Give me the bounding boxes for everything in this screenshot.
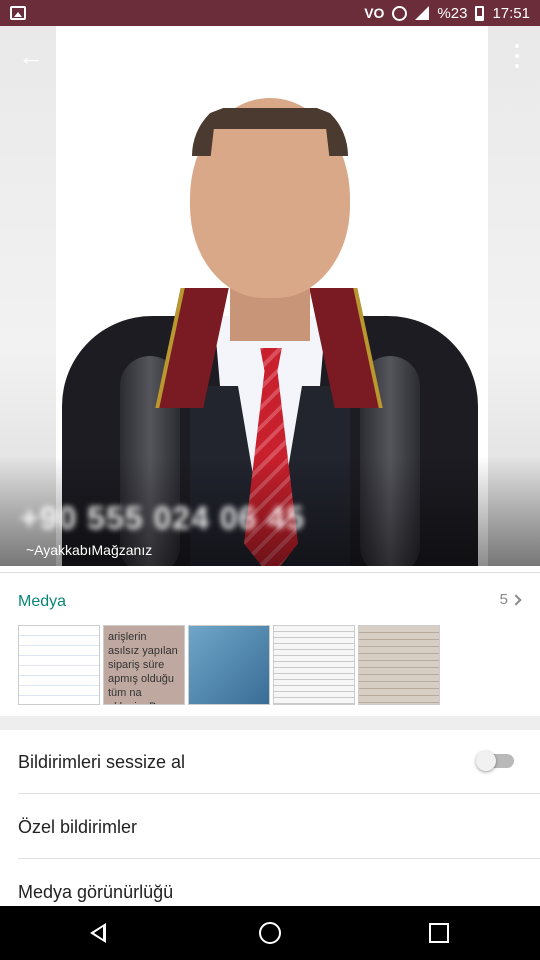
media-thumbnails: arişlerin asılsız yapılan sipariş süre a… — [18, 625, 440, 705]
navigation-bar — [0, 906, 540, 960]
media-title: Medya — [18, 593, 67, 610]
custom-notifications-label: Özel bildirimler — [18, 817, 138, 837]
media-thumbnail[interactable] — [188, 625, 270, 705]
media-count: 5 — [499, 591, 508, 608]
push-name: ~AyakkabıMağzanız — [26, 542, 153, 558]
media-thumbnail[interactable] — [358, 625, 440, 705]
media-thumbnail[interactable] — [273, 625, 355, 705]
overflow-menu-icon[interactable] — [512, 44, 522, 68]
phone-number: +90 555 024 06 45 — [20, 500, 305, 536]
thumbnail-text: arişlerin asılsız yapılan sipariş süre a… — [108, 631, 178, 704]
alarm-icon — [392, 5, 408, 21]
battery-percentage: %23 — [437, 4, 468, 22]
back-arrow-icon[interactable]: ← — [18, 42, 46, 70]
custom-notifications-row[interactable]: Özel bildirimler — [0, 795, 540, 859]
battery-icon — [475, 5, 485, 21]
divider — [18, 858, 540, 859]
media-count-button[interactable]: 5 — [499, 591, 522, 608]
nav-home-icon[interactable] — [259, 922, 281, 944]
volte-icon: VO — [364, 5, 385, 21]
media-visibility-label: Medya görünürlüğü — [18, 882, 174, 902]
nav-recents-icon[interactable] — [429, 923, 449, 943]
media-thumbnail[interactable]: arişlerin asılsız yapılan sipariş süre a… — [103, 625, 185, 705]
signal-icon — [415, 6, 430, 20]
media-thumbnail[interactable] — [18, 625, 100, 705]
profile-photo[interactable] — [0, 26, 540, 566]
section-divider — [0, 716, 540, 730]
status-bar: VO %23 17:51 — [0, 0, 540, 26]
status-left — [10, 6, 364, 20]
divider — [18, 793, 540, 794]
media-section: Medya 5 arişlerin asılsız yapılan sipari… — [0, 572, 540, 716]
image-notification-icon — [10, 6, 26, 20]
toggle-knob — [476, 751, 496, 771]
mute-notifications-label: Bildirimleri sessize al — [18, 752, 186, 772]
chevron-right-icon — [510, 593, 522, 606]
nav-back-icon[interactable] — [90, 923, 106, 943]
status-right: VO %23 17:51 — [364, 5, 530, 22]
mute-notifications-row[interactable]: Bildirimleri sessize al — [0, 730, 540, 794]
clock: 17:51 — [492, 4, 530, 22]
mute-toggle[interactable] — [476, 751, 514, 771]
